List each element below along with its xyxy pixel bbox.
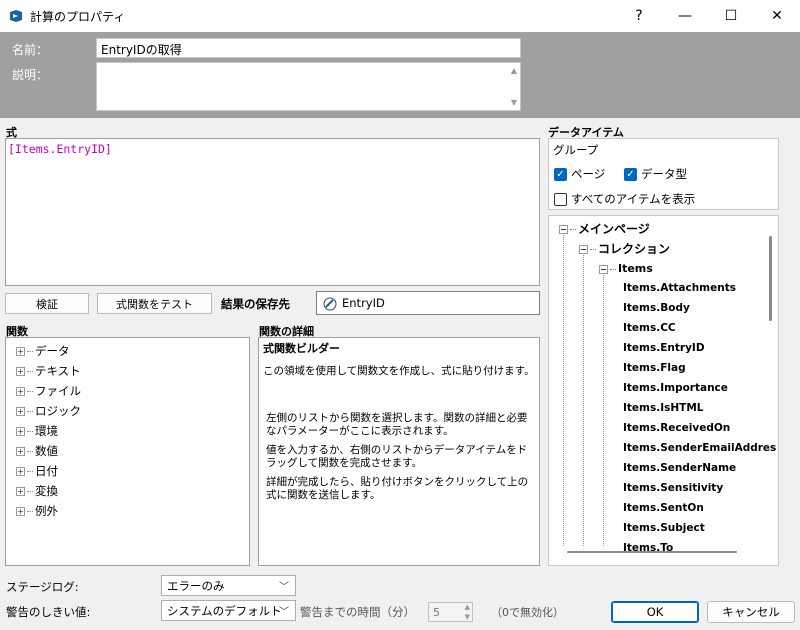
collapse-icon: − [599, 264, 608, 274]
test-function-button[interactable]: 式関数をテスト [97, 293, 212, 314]
tree-field[interactable]: Items.CC [623, 322, 676, 334]
tree-field[interactable]: Items.SenderEmailAddres [623, 442, 776, 454]
function-item[interactable]: + 変換 [16, 483, 58, 499]
window-title: 計算のプロパティ [30, 10, 126, 24]
tree-field[interactable]: Items.SentOn [623, 502, 704, 514]
vertical-scrollbar[interactable] [769, 236, 772, 321]
scroll-up-icon[interactable]: ▲ [511, 66, 517, 75]
time-stepper[interactable]: 5 ▲ ▼ [428, 602, 473, 622]
header-panel: 名前： EntryIDの取得 説明： ▲ ▼ [0, 32, 800, 118]
result-label: 結果の保存先 [221, 297, 290, 311]
ok-button[interactable]: OK [611, 601, 699, 623]
warning-threshold-label: 警告のしきい値: [6, 605, 91, 619]
check-icon: ✓ [624, 167, 637, 181]
horizontal-scrollbar[interactable] [567, 551, 737, 553]
function-detail-heading: 式関数ビルダー [263, 342, 340, 355]
function-item[interactable]: + 数値 [16, 443, 58, 459]
tree-field[interactable]: Items.Importance [623, 382, 728, 394]
chevron-down-icon: ﹀ [279, 582, 289, 593]
function-item[interactable]: + 例外 [16, 503, 58, 519]
tree-collection[interactable]: − コレクション [579, 240, 670, 257]
datatype-checkbox[interactable]: ✓ データ型 [624, 166, 687, 182]
checkbox-empty-icon [554, 192, 567, 206]
tree-field[interactable]: Items.Body [623, 302, 690, 314]
function-item[interactable]: + テキスト [16, 363, 81, 379]
stepper-down-icon[interactable]: ▼ [465, 613, 470, 621]
result-store-field[interactable]: EntryID [316, 291, 540, 315]
expand-icon: + [16, 507, 25, 516]
function-item[interactable]: + 環境 [16, 423, 58, 439]
expand-icon: + [16, 407, 25, 416]
maximize-button[interactable]: ☐ [708, 0, 754, 32]
close-button[interactable]: ✕ [754, 0, 800, 32]
expand-icon: + [16, 447, 25, 456]
group-box: グループ ✓ ページ ✓ データ型 すべてのアイテムを表示 [548, 138, 779, 210]
expand-icon: + [16, 367, 25, 376]
tree-field[interactable]: Items.Flag [623, 362, 686, 374]
result-value: EntryID [342, 296, 385, 310]
formula-text: [Items.EntryID] [8, 142, 112, 156]
description-textarea[interactable]: ▲ ▼ [96, 62, 521, 111]
stage-log-select[interactable]: エラーのみ ﹀ [161, 575, 296, 596]
stage-log-label: ステージログ: [6, 580, 79, 594]
collapse-icon: − [559, 225, 568, 234]
page-checkbox[interactable]: ✓ ページ [554, 166, 605, 182]
expand-icon: + [16, 427, 25, 436]
name-label: 名前： [12, 43, 49, 57]
group-label: グループ [553, 143, 599, 157]
scroll-down-icon[interactable]: ▼ [511, 98, 517, 107]
function-item[interactable]: + データ [16, 343, 70, 359]
collapse-icon: − [579, 245, 588, 254]
tree-field[interactable]: Items.IsHTML [623, 402, 703, 414]
function-detail-panel: 式関数ビルダー この領域を使用して関数文を作成し、式に貼り付けます。 左側のリス… [258, 337, 540, 566]
detail-paragraph: この領域を使用して関数文を作成し、式に貼り付けます。 [263, 365, 535, 377]
expand-icon: + [16, 467, 25, 476]
formula-editor[interactable]: [Items.EntryID] [5, 138, 540, 286]
expand-icon: + [16, 487, 25, 496]
tree-field[interactable]: Items.Subject [623, 522, 705, 534]
disabled-note: （0で無効化） [491, 606, 564, 619]
expand-icon: + [16, 387, 25, 396]
minimize-button[interactable]: — [662, 0, 708, 32]
tree-field[interactable]: Items.Sensitivity [623, 482, 723, 494]
data-item-icon [323, 297, 337, 311]
function-item[interactable]: + ロジック [16, 403, 81, 419]
description-label: 説明： [12, 68, 49, 82]
tree-field[interactable]: Items.ReceivedOn [623, 422, 730, 434]
chevron-down-icon: ﹀ [279, 607, 289, 618]
detail-paragraph: 左側のリストから関数を選択します。関数の詳細と必要なパラメーターがここに表示され… [266, 412, 528, 437]
time-label: 警告までの時間（分） [300, 605, 415, 619]
show-all-checkbox[interactable]: すべてのアイテムを表示 [554, 191, 695, 207]
detail-paragraph: 値を入力するか、右側のリストからデータアイテムをドラッグして関数を完成させます。 [266, 444, 528, 469]
data-items-tree: − メインページ − コレクション − Items Items.Attachments… [548, 215, 779, 566]
app-icon [10, 10, 22, 22]
validate-button[interactable]: 検証 [5, 293, 89, 314]
check-icon: ✓ [554, 167, 567, 181]
functions-tree: + データ + テキスト + ファイル + ロジック + 環境 + 数値 + 日付 + 変換 +… [5, 337, 250, 566]
stepper-up-icon[interactable]: ▲ [465, 603, 470, 611]
tree-field[interactable]: Items.EntryID [623, 342, 705, 354]
expand-icon: + [16, 347, 25, 356]
tree-field[interactable]: Items.SenderName [623, 462, 736, 474]
warning-threshold-select[interactable]: システムのデフォルト ﹀ [161, 600, 296, 621]
function-item[interactable]: + ファイル [16, 383, 81, 399]
help-button[interactable]: ? [616, 0, 662, 32]
title-bar: 計算のプロパティ ? — ☐ ✕ [0, 0, 800, 32]
detail-paragraph: 詳細が完成したら、貼り付けボタンをクリックして上の式に関数を送信します。 [266, 476, 529, 501]
tree-main-page[interactable]: − メインページ [559, 220, 650, 237]
name-input[interactable]: EntryIDの取得 [96, 38, 521, 58]
cancel-button[interactable]: キャンセル [707, 601, 795, 623]
tree-field[interactable]: Items.Attachments [623, 282, 736, 294]
tree-items[interactable]: − Items [599, 262, 653, 275]
function-item[interactable]: + 日付 [16, 463, 58, 479]
